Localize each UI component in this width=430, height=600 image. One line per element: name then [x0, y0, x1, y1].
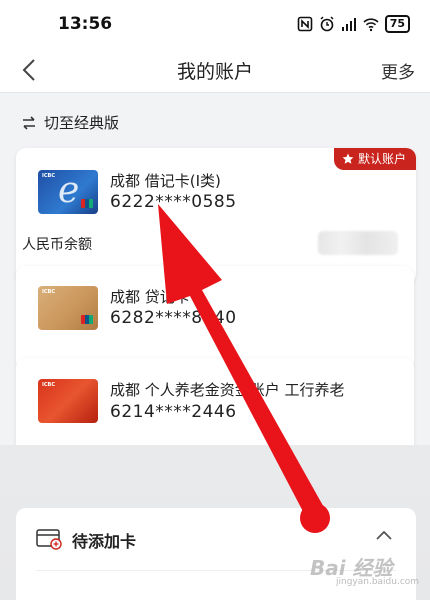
nav-bar: 我的账户 更多 [0, 48, 430, 92]
status-bar: 13:56 75 [0, 0, 430, 48]
account-name: 成都 贷记卡 [110, 288, 190, 306]
card-logo-text: ICBC [42, 382, 56, 388]
card-logo-text: ICBC [42, 173, 56, 179]
debit-card-image: ICBC e [38, 170, 98, 214]
more-button[interactable]: 更多 [381, 58, 415, 83]
switch-classic-button[interactable]: 切至经典版 [22, 112, 119, 133]
card-e-logo: e [58, 170, 80, 211]
pension-card-image: ICBC [38, 379, 98, 423]
battery-indicator: 75 [384, 15, 410, 33]
switch-classic-label: 切至经典版 [44, 114, 120, 132]
card-logo-text: ICBC [42, 289, 56, 295]
nfc-icon [297, 16, 312, 32]
unionpay-icon [81, 315, 93, 324]
star-icon [342, 153, 354, 164]
card-add-icon [36, 529, 62, 550]
nav-divider [0, 92, 430, 93]
wifi-icon [363, 18, 379, 32]
balance-label: 人民币余额 [22, 237, 92, 253]
chevron-up-icon[interactable] [374, 528, 394, 542]
credit-card-image: ICBC [38, 286, 98, 330]
signal-icon [341, 18, 356, 31]
page-title: 我的账户 [176, 61, 253, 83]
pending-title: 待添加卡 [72, 532, 137, 551]
balance-value-hidden[interactable] [318, 231, 398, 255]
account-name: 成都 借记卡(I类) [110, 172, 221, 190]
account-number: 6222****0585 [110, 192, 237, 212]
account-number: 6214****2446 [110, 402, 237, 422]
account-number: 6282****8740 [110, 308, 237, 328]
status-time: 13:56 [58, 14, 113, 34]
account-name: 成都 个人养老金资金账户 工行养老 [110, 381, 345, 399]
alarm-icon [320, 16, 334, 32]
default-account-label: 默认账户 [357, 152, 406, 166]
status-icons: 75 [297, 14, 410, 34]
swap-icon [23, 115, 35, 130]
watermark-url: jingyan.baidu.com [336, 577, 420, 587]
default-account-badge: 默认账户 [333, 148, 416, 170]
account-card-debit[interactable]: 默认账户 ICBC e 成都 借记卡(I类) 6222****0585 [16, 148, 416, 284]
account-card-credit[interactable]: ICBC 成都 贷记卡 6282****8740 [16, 266, 414, 372]
unionpay-icon [81, 199, 93, 208]
